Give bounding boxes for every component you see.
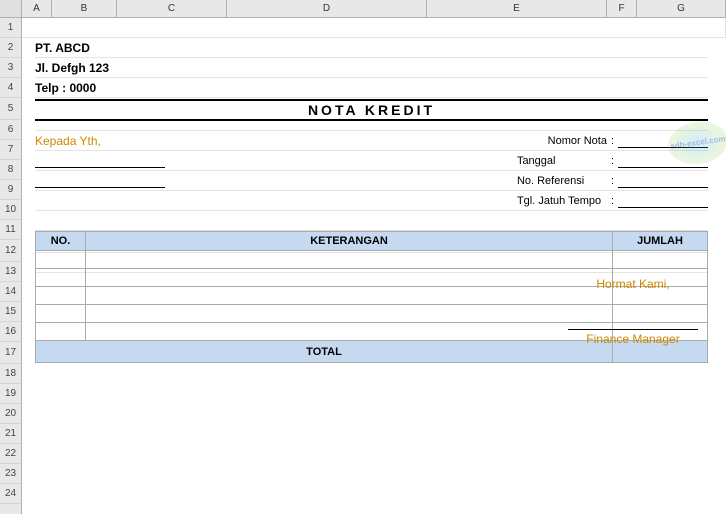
col-header-f: F bbox=[607, 0, 637, 17]
cells-area: PT. ABCD Jl. Defgh 123 Telp : 0000 NOTA … bbox=[22, 18, 726, 514]
row-num-17: 17 bbox=[0, 342, 21, 364]
row-num-9: 9 bbox=[0, 180, 21, 200]
row-8: Tanggal : bbox=[35, 151, 708, 171]
excel-sheet: A B C D E F G 1 2 3 4 5 6 7 8 9 10 bbox=[0, 0, 726, 514]
th-jumlah: JUMLAH bbox=[613, 232, 708, 251]
td-no-3 bbox=[36, 287, 86, 305]
col-header-d: D bbox=[227, 0, 427, 17]
row-num-22: 22 bbox=[0, 444, 21, 464]
watermark-circle: adh-excel.com bbox=[665, 118, 726, 168]
tanggal-label: Tanggal bbox=[517, 155, 607, 167]
row-num-4: 4 bbox=[0, 78, 21, 98]
row-num-6: 6 bbox=[0, 120, 21, 140]
tgl-jatuh-tempo-colon: : bbox=[611, 195, 614, 207]
row-num-2: 2 bbox=[0, 38, 21, 58]
kepada-line-2 bbox=[35, 174, 165, 188]
hormat-kami: Hormat Kami, bbox=[568, 277, 698, 291]
main-area: 1 2 3 4 5 6 7 8 9 10 11 12 13 14 15 16 1… bbox=[0, 18, 726, 514]
td-ket-2 bbox=[86, 269, 613, 287]
row-num-23: 23 bbox=[0, 464, 21, 484]
row-7: Kepada Yth, adh-excel.com Nomor Nota : bbox=[35, 131, 708, 151]
td-total-label: TOTAL bbox=[36, 341, 613, 363]
td-ket-4 bbox=[86, 305, 613, 323]
nota-kredit-title-row: NOTA KREDIT bbox=[35, 99, 708, 121]
col-header-a: A bbox=[22, 0, 52, 17]
company-address: Jl. Defgh 123 bbox=[35, 61, 109, 75]
row-num-18: 18 bbox=[0, 364, 21, 384]
row-num-10: 10 bbox=[0, 200, 21, 220]
tgl-jatuh-tempo-row: Tgl. Jatuh Tempo : bbox=[517, 194, 708, 208]
row-num-15: 15 bbox=[0, 302, 21, 322]
row-num-13: 13 bbox=[0, 262, 21, 282]
tanggal-colon: : bbox=[611, 155, 614, 167]
td-no-1 bbox=[36, 251, 86, 269]
company-name-row: PT. ABCD bbox=[35, 38, 708, 58]
spacer-row-6 bbox=[35, 121, 708, 131]
th-no: NO. bbox=[36, 232, 86, 251]
td-ket-5 bbox=[86, 323, 613, 341]
kepada-label: Kepada Yth, bbox=[35, 134, 101, 148]
no-referensi-line bbox=[618, 174, 708, 188]
td-no-2 bbox=[36, 269, 86, 287]
row-num-21: 21 bbox=[0, 424, 21, 444]
nomor-nota-colon: : bbox=[611, 135, 614, 147]
row-num-8: 8 bbox=[0, 160, 21, 180]
tgl-jatuh-tempo-label: Tgl. Jatuh Tempo bbox=[517, 195, 607, 207]
col-header-b: B bbox=[52, 0, 117, 17]
table-header-row: NO. KETERANGAN JUMLAH bbox=[35, 231, 708, 253]
row-num-20: 20 bbox=[0, 404, 21, 424]
td-ket-3 bbox=[86, 287, 613, 305]
row-num-11: 11 bbox=[0, 220, 21, 240]
company-address-row: Jl. Defgh 123 bbox=[35, 58, 708, 78]
row-10: Tgl. Jatuh Tempo : bbox=[35, 191, 708, 211]
row-numbers: 1 2 3 4 5 6 7 8 9 10 11 12 13 14 15 16 1… bbox=[0, 18, 22, 514]
signature-line bbox=[568, 329, 698, 330]
row-num-7: 7 bbox=[0, 140, 21, 160]
cell-1 bbox=[22, 18, 726, 38]
company-telp: Telp : 0000 bbox=[35, 81, 96, 95]
company-name: PT. ABCD bbox=[35, 41, 90, 55]
row-1 bbox=[22, 18, 726, 38]
td-no-4 bbox=[36, 305, 86, 323]
row-num-5: 5 bbox=[0, 98, 21, 120]
column-headers: A B C D E F G bbox=[0, 0, 726, 18]
th-keterangan: KETERANGAN bbox=[86, 232, 613, 251]
no-referensi-label: No. Referensi bbox=[517, 175, 607, 187]
finance-manager: Finance Manager bbox=[568, 332, 698, 346]
nota-kredit-title: NOTA KREDIT bbox=[308, 102, 435, 118]
document-content: PT. ABCD Jl. Defgh 123 Telp : 0000 NOTA … bbox=[30, 38, 718, 514]
row-num-24: 24 bbox=[0, 484, 21, 504]
spreadsheet-container: A B C D E F G 1 2 3 4 5 6 7 8 9 10 bbox=[0, 0, 726, 514]
nomor-nota-row: adh-excel.com Nomor Nota : bbox=[548, 134, 708, 148]
corner-cell bbox=[0, 0, 22, 18]
no-referensi-row: No. Referensi : bbox=[517, 174, 708, 188]
tgl-jatuh-tempo-line bbox=[618, 194, 708, 208]
kepada-line-1 bbox=[35, 154, 165, 168]
td-ket-1 bbox=[86, 251, 613, 269]
col-header-e: E bbox=[427, 0, 607, 17]
company-telp-row: Telp : 0000 bbox=[35, 78, 708, 98]
row-9: No. Referensi : bbox=[35, 171, 708, 191]
table-header: NO. KETERANGAN JUMLAH bbox=[36, 232, 708, 251]
row-num-3: 3 bbox=[0, 58, 21, 78]
row-num-14: 14 bbox=[0, 282, 21, 302]
col-header-c: C bbox=[117, 0, 227, 17]
row-num-1: 1 bbox=[0, 18, 21, 38]
nomor-nota-label: Nomor Nota bbox=[548, 135, 607, 147]
table-row-1 bbox=[36, 251, 708, 269]
row-num-16: 16 bbox=[0, 322, 21, 342]
row-num-19: 19 bbox=[0, 384, 21, 404]
td-no-5 bbox=[36, 323, 86, 341]
no-referensi-colon: : bbox=[611, 175, 614, 187]
col-header-g: G bbox=[637, 0, 726, 17]
spacer-row-11 bbox=[35, 211, 708, 231]
watermark-text: adh-excel.com bbox=[670, 134, 726, 150]
row-num-12: 12 bbox=[0, 240, 21, 262]
watermark-container: adh-excel.com bbox=[665, 118, 726, 168]
td-jml-1 bbox=[613, 251, 708, 269]
col-labels-row: A B C D E F G bbox=[22, 0, 726, 17]
signature-block: Hormat Kami, Finance Manager bbox=[568, 277, 698, 346]
